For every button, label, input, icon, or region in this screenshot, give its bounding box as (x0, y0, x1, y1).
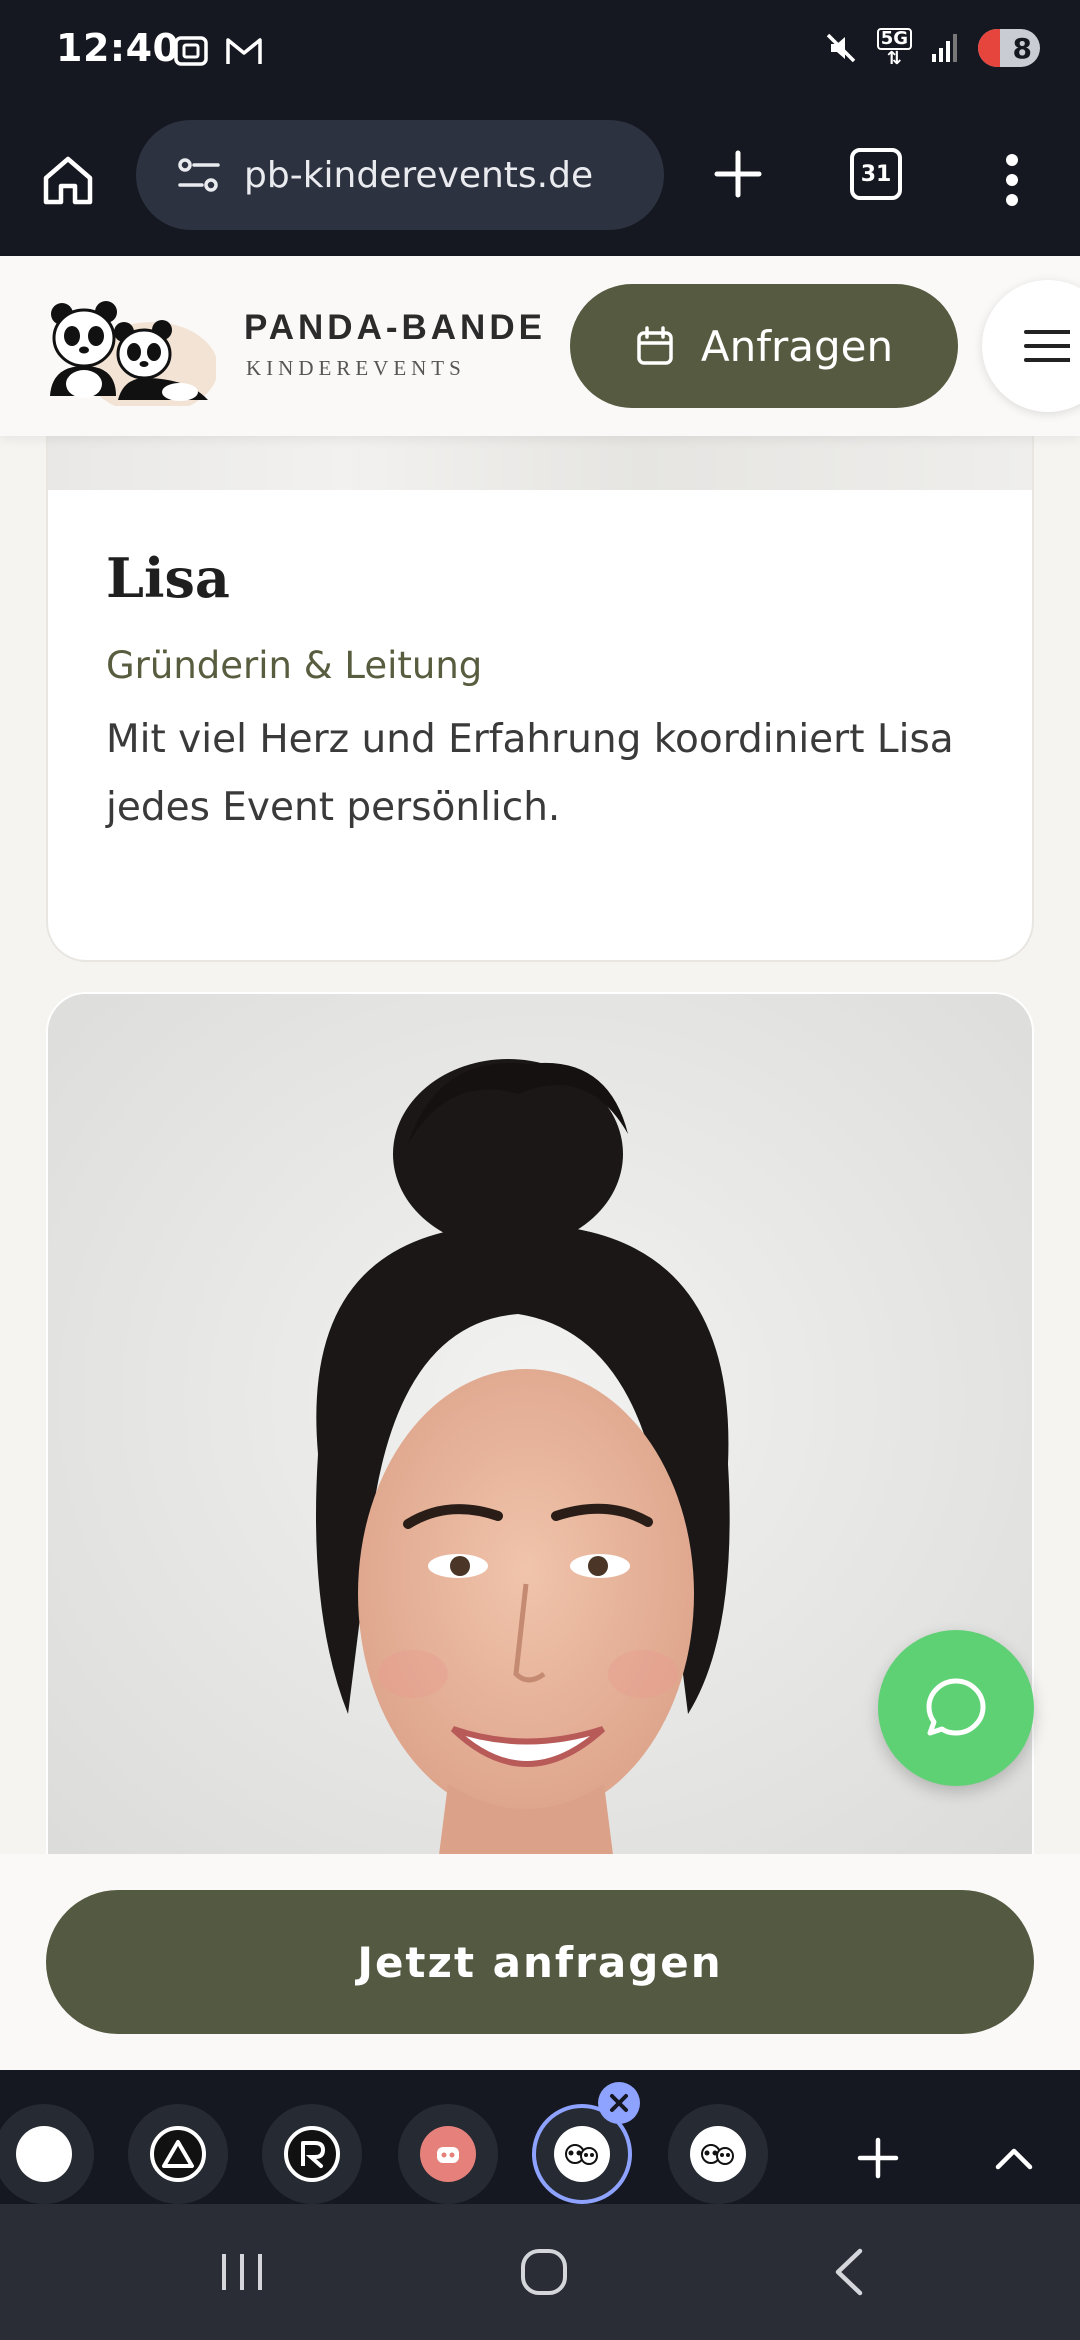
browser-tab-strip (0, 2070, 1080, 2204)
tab-chip-2[interactable] (128, 2104, 228, 2204)
screenshot-icon (174, 36, 208, 66)
close-icon (610, 2094, 628, 2112)
network-type-label: 5G (876, 28, 912, 50)
team-member-description: Mit viel Herz und Erfahrung koordiniert … (106, 717, 954, 830)
browser-toolbar: pb-kinderevents.de 31 (0, 108, 1080, 256)
site-menu-button[interactable] (982, 280, 1080, 412)
status-bar: 12:40 5G ⇅ 8 (0, 0, 1080, 108)
team-card-lisa: Lisa Gründerin & Leitung Mit viel Herz u… (46, 436, 1034, 962)
anfragen-button-label: Anfragen (700, 321, 894, 371)
tab-chip-1[interactable] (0, 2104, 94, 2204)
tab-chip-3[interactable] (262, 2104, 362, 2204)
home-button[interactable] (34, 146, 102, 214)
status-time: 12:40 (56, 26, 180, 70)
team-card-photo (48, 436, 1032, 490)
home-icon (43, 156, 93, 205)
address-bar[interactable]: pb-kinderevents.de (136, 120, 664, 230)
recent-apps-button[interactable] (212, 2242, 272, 2302)
home-nav-button[interactable] (514, 2242, 574, 2302)
panda-favicon-icon (690, 2126, 746, 2182)
signal-icon (932, 34, 957, 62)
browser-menu-button[interactable] (990, 146, 1034, 214)
gmail-icon (226, 38, 262, 64)
back-button[interactable] (818, 2242, 878, 2302)
team-member-name: Lisa (106, 546, 230, 610)
status-notification-icons (172, 32, 264, 70)
tab-switcher-button[interactable]: 31 (850, 148, 902, 200)
url-text: pb-kinderevents.de (244, 154, 594, 196)
system-navigation-bar (0, 2204, 1080, 2340)
team-member-role: Gründerin & Leitung (106, 644, 483, 687)
status-system-icons: 5G ⇅ 8 (823, 28, 1040, 68)
site-settings-icon[interactable] (176, 155, 222, 195)
new-tab-button[interactable] (704, 140, 772, 208)
home-circle-icon (521, 2249, 567, 2295)
mute-icon (826, 33, 855, 63)
calendar-icon (637, 326, 673, 365)
recents-icon (222, 2254, 262, 2290)
chat-bubble-icon (926, 1678, 986, 1736)
battery-level: 8 (1012, 31, 1032, 65)
plus-icon (857, 2137, 899, 2179)
panda-favicon-icon (554, 2126, 610, 2182)
close-tab-button[interactable] (598, 2082, 640, 2124)
game-app-icon (420, 2126, 476, 2182)
tab-strip-add-button[interactable] (850, 2130, 906, 2186)
more-vert-icon (1006, 154, 1018, 206)
blank-tab-icon (16, 2126, 72, 2182)
battery-indicator: 8 (978, 29, 1040, 67)
back-icon (835, 2248, 863, 2296)
hamburger-icon (1024, 330, 1070, 362)
jetzt-anfragen-button[interactable]: Jetzt anfragen (46, 1890, 1034, 2034)
triangle-app-icon (150, 2126, 206, 2182)
sticky-cta-bar: Jetzt anfragen (0, 1854, 1080, 2070)
anfragen-button[interactable]: Anfragen (570, 284, 958, 408)
whatsapp-chat-button[interactable] (878, 1630, 1034, 1786)
tab-chip-6[interactable] (668, 2104, 768, 2204)
panda-logo[interactable] (40, 296, 216, 406)
network-type-icon: 5G ⇅ (876, 28, 912, 68)
tab-chip-4[interactable] (398, 2104, 498, 2204)
r-app-icon (284, 2126, 340, 2182)
brand-name: PANDA-BANDE (244, 308, 546, 347)
plus-icon (714, 150, 762, 198)
chevron-up-icon (995, 2148, 1033, 2170)
site-header: PANDA-BANDE KINDEREVENTS Anfragen (0, 256, 1080, 436)
brand-subtitle: KINDEREVENTS (246, 356, 466, 380)
tab-strip-expand-button[interactable] (986, 2130, 1042, 2186)
